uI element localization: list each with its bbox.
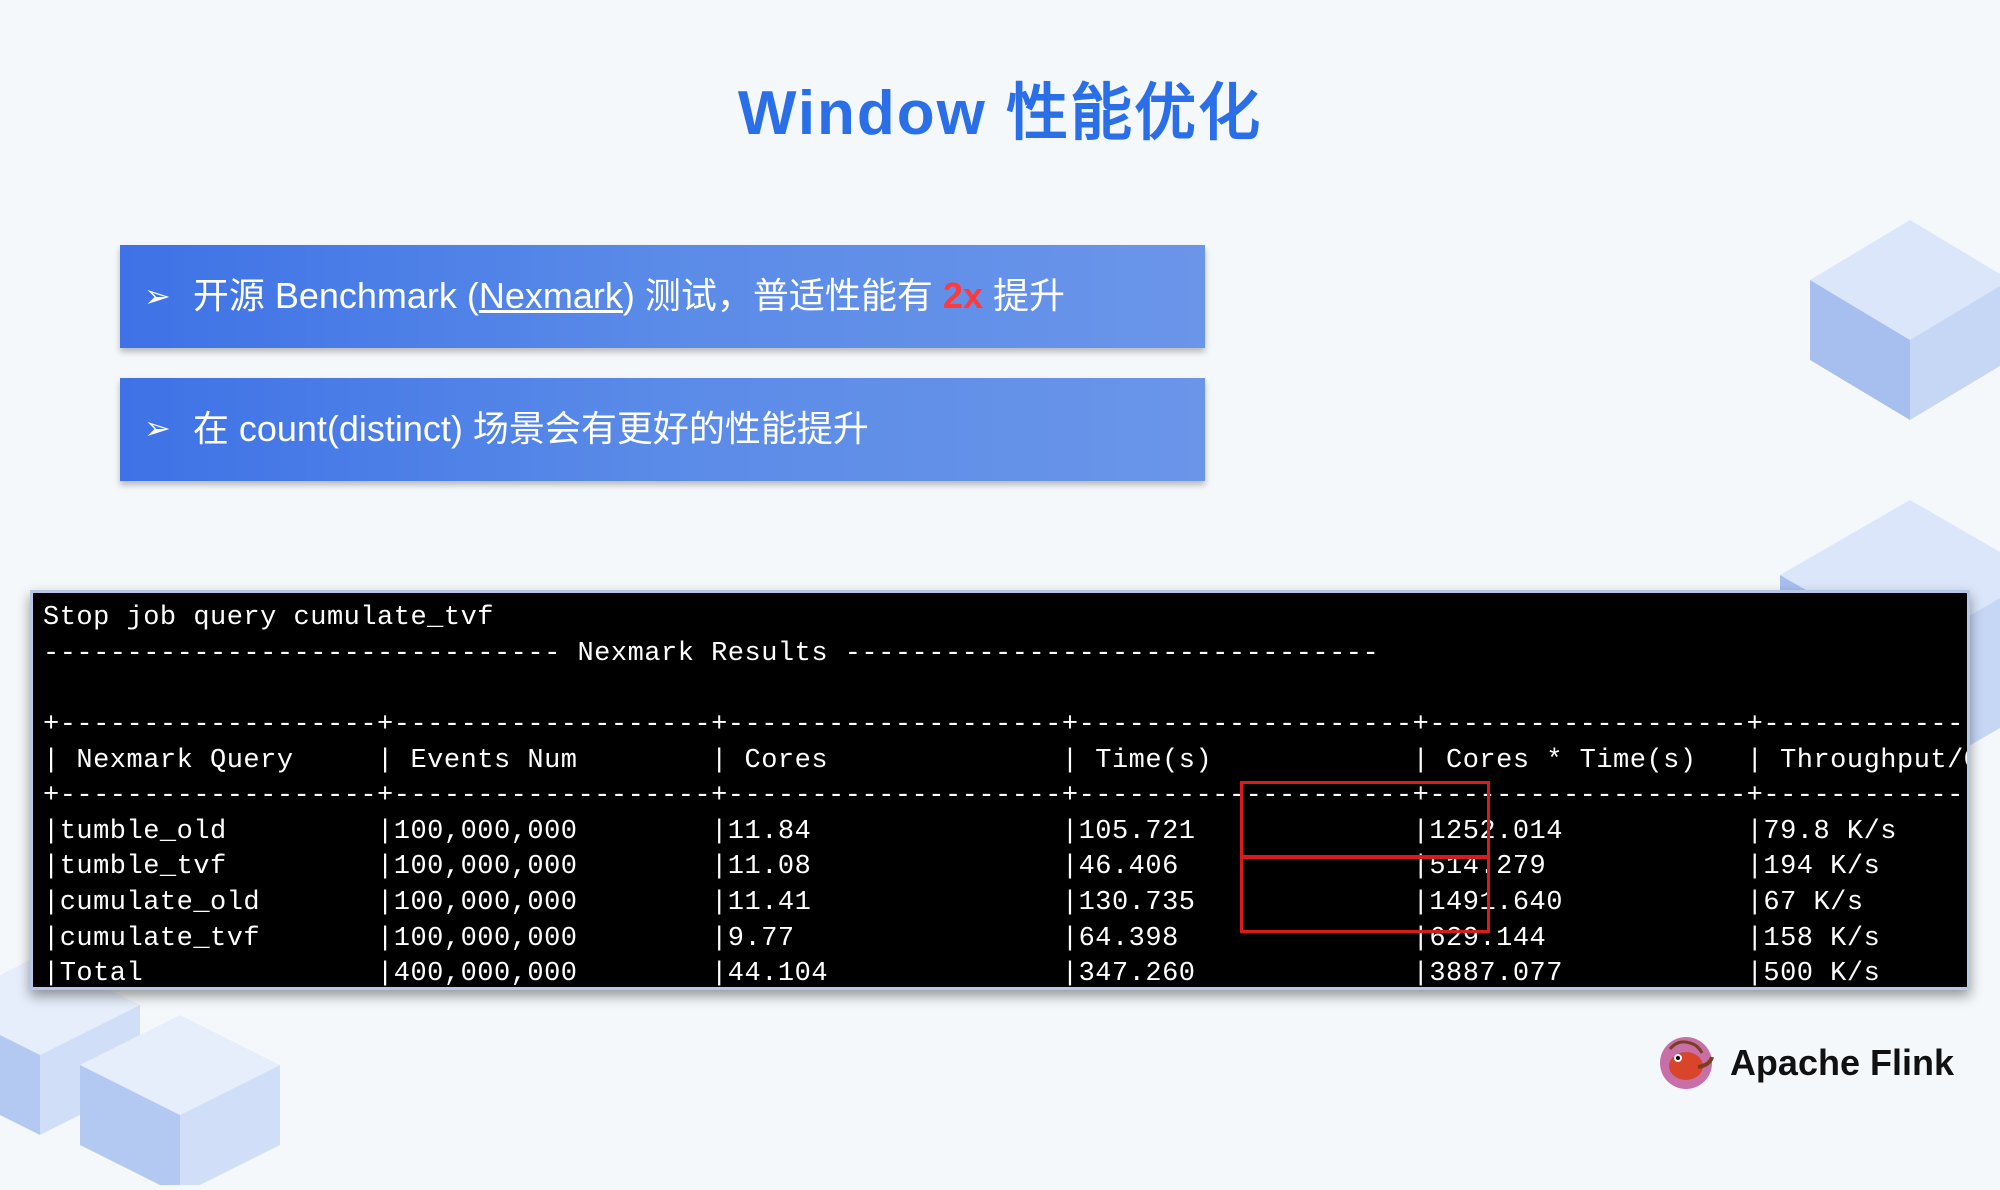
slide-title: Window 性能优化 xyxy=(0,62,2000,152)
bullet-list: ➢ 开源 Benchmark (Nexmark) 测试，普适性能有 2x 提升 … xyxy=(120,245,1205,511)
flink-logo-icon xyxy=(1656,1033,1716,1093)
bullet-benchmark: ➢ 开源 Benchmark (Nexmark) 测试，普适性能有 2x 提升 xyxy=(120,245,1205,348)
accent-2x: 2x xyxy=(943,275,983,316)
terminal-output: Stop job query cumulate_tvf ------------… xyxy=(30,590,1970,990)
bullet-count-distinct: ➢ 在 count(distinct) 场景会有更好的性能提升 xyxy=(120,378,1205,481)
bullet-text: 开源 Benchmark (Nexmark) 测试，普适性能有 2x 提升 xyxy=(193,273,1181,320)
chevron-right-icon: ➢ xyxy=(144,408,171,450)
brand-text: Apache Flink xyxy=(1730,1042,1954,1084)
terminal-text: Stop job query cumulate_tvf ------------… xyxy=(43,601,1957,990)
bullet-text: 在 count(distinct) 场景会有更好的性能提升 xyxy=(193,406,1181,453)
chevron-right-icon: ➢ xyxy=(144,276,171,318)
footer-brand: Apache Flink xyxy=(1656,1033,1954,1093)
nexmark-link[interactable]: Nexmark xyxy=(479,275,623,316)
